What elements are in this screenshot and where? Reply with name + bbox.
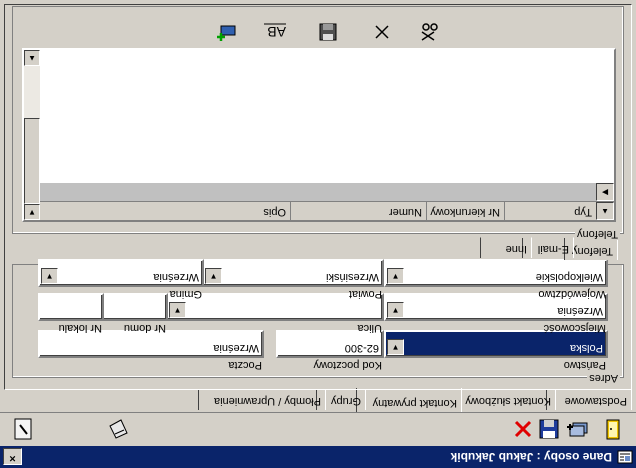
help-icon[interactable] — [10, 416, 36, 442]
panstwo-label: Państwo — [563, 359, 606, 371]
nr-domu-label: Nr domu — [123, 322, 166, 334]
col-opis[interactable]: Opis — [40, 202, 290, 220]
miejscowosc-label: Miejscowość — [543, 322, 606, 334]
nr-domu-input[interactable] — [102, 293, 168, 321]
tab-podstawowe[interactable]: Podstawowe — [546, 389, 632, 410]
svg-text:AB: AB — [267, 24, 286, 40]
powiat-label: Powiat — [348, 288, 382, 300]
chevron-down-icon[interactable]: ▼ — [169, 302, 186, 318]
chevron-down-icon[interactable]: ▼ — [387, 339, 404, 355]
powiat-select[interactable]: Wrzesiński ▼ — [202, 259, 384, 287]
tab-kontakt-prywatny[interactable]: Kontakt prywatny — [356, 388, 462, 412]
table-row[interactable]: ▶ — [40, 183, 614, 201]
scroll-thumb[interactable] — [24, 118, 40, 204]
vertical-scrollbar[interactable]: ▼ ▲ — [24, 50, 40, 220]
nr-lokalu-input[interactable] — [38, 293, 104, 321]
app-icon — [617, 450, 633, 464]
chevron-down-icon[interactable]: ▼ — [387, 302, 404, 318]
window-title: Dane osoby : Jakub Jakubik — [450, 450, 612, 464]
tab-inne[interactable]: Inne — [480, 237, 532, 258]
scroll-up-icon[interactable]: ▲ — [24, 50, 40, 66]
panstwo-select[interactable]: Polska ▼ — [384, 330, 608, 358]
grid-header: ▲ Typ Nr kierunkowy Numer Opis — [40, 201, 614, 220]
address-group-label: Adres — [587, 372, 620, 384]
tab-kontakt-sluzbowy[interactable]: Kontakt służbowy — [452, 389, 556, 410]
nr-lokalu-label: Nr lokalu — [58, 322, 102, 334]
kod-pocztowy-label: Kod pocztowy — [313, 359, 382, 371]
save-icon[interactable] — [536, 416, 562, 442]
kod-pocztowy-input[interactable]: 62-300 — [276, 330, 384, 358]
sort-up-icon[interactable]: ▲ — [596, 202, 614, 220]
dialog-window: Dane osoby : Jakub Jakubik × Podstawowe … — [0, 0, 636, 468]
close-button[interactable]: × — [3, 448, 22, 465]
add-item-icon[interactable] — [214, 20, 240, 44]
wojewodztwo-select[interactable]: Wielkopolskie ▼ — [384, 259, 608, 287]
phones-grid[interactable]: ▲ Typ Nr kierunkowy Numer Opis ▶ ▼ ▲ — [22, 48, 616, 222]
main-tabs: Podstawowe Kontakt służbowy Kontakt pryw… — [4, 388, 632, 412]
paste-icon[interactable] — [416, 20, 440, 44]
contact-tabs: Telefony E-mail Inne — [458, 237, 618, 260]
row-pointer-icon: ▶ — [596, 183, 614, 201]
edit-icon[interactable] — [106, 416, 132, 442]
title-bar: Dane osoby : Jakub Jakubik × — [0, 446, 636, 468]
poczta-input[interactable]: Września — [38, 330, 264, 358]
save-icon[interactable] — [316, 20, 340, 44]
col-nr-kierunkowy[interactable]: Nr kierunkowy — [426, 202, 504, 220]
main-toolbar — [0, 412, 636, 446]
scroll-down-icon[interactable]: ▼ — [24, 204, 40, 220]
chevron-down-icon[interactable]: ▼ — [387, 268, 404, 284]
text-format-icon[interactable]: AB — [262, 20, 288, 44]
chevron-down-icon[interactable]: ▼ — [41, 268, 58, 284]
delete-icon[interactable] — [370, 20, 394, 44]
chevron-down-icon[interactable]: ▼ — [205, 268, 222, 284]
wojewodztwo-label: Województwo — [538, 288, 606, 300]
phones-group-label: Telefony — [575, 228, 620, 240]
cancel-icon[interactable] — [510, 416, 536, 442]
tab-plomby-uprawnienia[interactable]: Płomby / Uprawnienia — [198, 389, 326, 410]
col-typ[interactable]: Typ — [504, 202, 596, 220]
new-document-icon[interactable] — [600, 416, 626, 442]
gmina-label: Gmina — [169, 288, 202, 300]
col-numer[interactable]: Numer — [290, 202, 426, 220]
gmina-select[interactable]: Września ▼ — [38, 259, 204, 287]
add-record-icon[interactable] — [564, 416, 590, 442]
ulica-label: Ulica — [357, 322, 382, 334]
poczta-label: Poczta — [228, 359, 262, 371]
